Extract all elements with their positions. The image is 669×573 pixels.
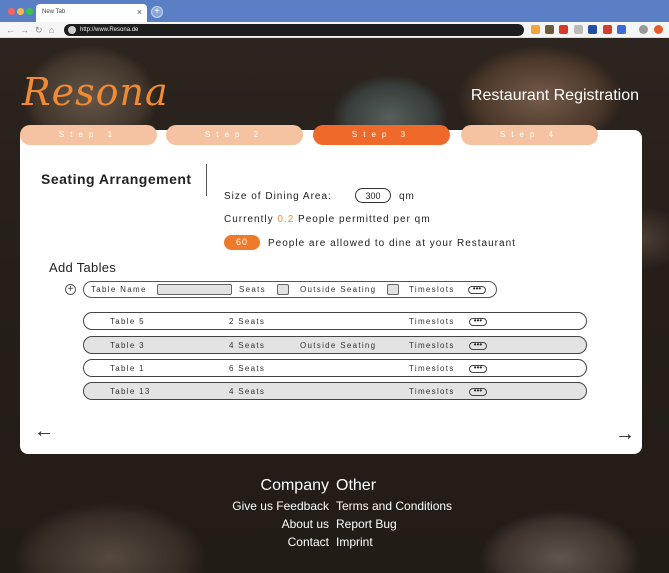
timeslots-more-icon[interactable]: ••• [468, 285, 486, 294]
seating-arrangement-title: Seating Arrangement [41, 171, 192, 187]
permitted-prefix: Currently [224, 214, 274, 225]
browser-menu-icon[interactable] [654, 25, 663, 34]
dining-area-label: Size of Dining Area: [224, 191, 332, 202]
table-seats: 2 Seats [229, 317, 266, 326]
extension-icon[interactable] [574, 25, 583, 34]
table-name: Table 1 [110, 364, 145, 373]
table-name: Table 13 [110, 387, 151, 396]
back-arrow-icon[interactable]: ← [34, 421, 54, 441]
people-count-badge: 60 [224, 235, 260, 250]
next-arrow-icon[interactable]: → [615, 424, 635, 444]
footer-link-feedback[interactable]: Give us Feedback [232, 499, 329, 513]
footer-link-terms[interactable]: Terms and Conditions [336, 499, 452, 513]
timeslots-label: Timeslots [409, 285, 455, 294]
table-name-input[interactable] [157, 284, 232, 295]
add-table-plus-icon[interactable]: + [65, 284, 76, 295]
people-allowed-text: People are allowed to dine at your Resta… [268, 238, 516, 249]
extension-icon[interactable] [559, 25, 568, 34]
extension-icon[interactable] [617, 25, 626, 34]
table-name-label: Table Name [91, 285, 147, 294]
step-4-tab[interactable]: Step 4 [461, 125, 598, 145]
footer-link-about[interactable]: About us [282, 517, 329, 531]
table-row[interactable]: Table 1 6 Seats Timeslots ••• [83, 359, 587, 377]
close-window-icon[interactable] [8, 8, 15, 15]
tab-close-icon[interactable]: × [137, 7, 142, 17]
reload-icon[interactable]: ↻ [35, 24, 43, 36]
table-timeslots: Timeslots [409, 387, 455, 396]
step-3-tab[interactable]: Step 3 [313, 125, 450, 145]
footer-company-heading: Company [260, 477, 329, 494]
table-row[interactable]: Table 13 4 Seats Timeslots ••• [83, 382, 587, 400]
step-1-tab[interactable]: Step 1 [20, 125, 157, 145]
table-name: Table 5 [110, 317, 145, 326]
permitted-suffix: People permitted per qm [298, 214, 431, 225]
footer-link-imprint[interactable]: Imprint [336, 535, 373, 549]
extension-icon[interactable] [545, 25, 554, 34]
tab-title: New Tab [42, 9, 66, 15]
new-tab-icon[interactable]: + [151, 6, 163, 18]
browser-titlebar: New Tab × + [0, 0, 669, 22]
minimize-window-icon[interactable] [17, 8, 24, 15]
seats-label: Seats [239, 285, 266, 294]
permitted-value: 0.2 [277, 214, 295, 225]
timeslots-more-icon[interactable]: ••• [469, 317, 487, 326]
step-2-tab[interactable]: Step 2 [166, 125, 303, 145]
dining-area-unit: qm [399, 191, 415, 202]
table-seats: 6 Seats [229, 364, 266, 373]
table-row[interactable]: Table 3 4 Seats Outside Seating Timeslot… [83, 336, 587, 354]
profile-avatar-icon[interactable] [639, 25, 648, 34]
browser-toolbar: ← → ↻ ⌂ http://www.Resona.de [0, 22, 669, 38]
browser-tab[interactable]: New Tab × [36, 4, 147, 22]
table-timeslots: Timeslots [409, 341, 455, 350]
footer-link-report-bug[interactable]: Report Bug [336, 517, 397, 531]
page-title: Restaurant Registration [470, 87, 639, 104]
table-row[interactable]: Table 5 2 Seats Timeslots ••• [83, 312, 587, 330]
maximize-window-icon[interactable] [26, 8, 33, 15]
dining-area-input[interactable] [355, 188, 391, 203]
url-text: http://www.Resona.de [80, 27, 139, 33]
table-seats: 4 Seats [229, 341, 266, 350]
footer-other-heading: Other [336, 477, 377, 494]
site-info-icon[interactable] [68, 26, 76, 34]
section-divider [206, 164, 207, 196]
timeslots-more-icon[interactable]: ••• [469, 387, 487, 396]
add-table-form: Table Name Seats Outside Seating Timeslo… [83, 281, 497, 298]
extension-icon[interactable] [603, 25, 612, 34]
table-timeslots: Timeslots [409, 317, 455, 326]
outside-seating-checkbox[interactable] [387, 284, 399, 295]
table-name: Table 3 [110, 341, 145, 350]
extension-icon[interactable] [531, 25, 540, 34]
timeslots-more-icon[interactable]: ••• [469, 341, 487, 350]
extension-icon[interactable] [588, 25, 597, 34]
home-icon[interactable]: ⌂ [49, 24, 54, 36]
table-timeslots: Timeslots [409, 364, 455, 373]
timeslots-more-icon[interactable]: ••• [469, 364, 487, 373]
outside-seating-label: Outside Seating [300, 285, 377, 294]
forward-nav-icon[interactable]: → [20, 24, 29, 36]
back-nav-icon[interactable]: ← [6, 24, 15, 36]
address-bar[interactable]: http://www.Resona.de [64, 24, 524, 36]
add-tables-title: Add Tables [49, 260, 117, 275]
seats-input[interactable] [277, 284, 289, 295]
resona-logo[interactable]: Resona [22, 72, 169, 112]
table-seats: 4 Seats [229, 387, 266, 396]
permitted-per-qm-text: Currently 0.2 People permitted per qm [224, 214, 431, 225]
footer-link-contact[interactable]: Contact [288, 535, 329, 549]
table-outside: Outside Seating [300, 341, 377, 350]
